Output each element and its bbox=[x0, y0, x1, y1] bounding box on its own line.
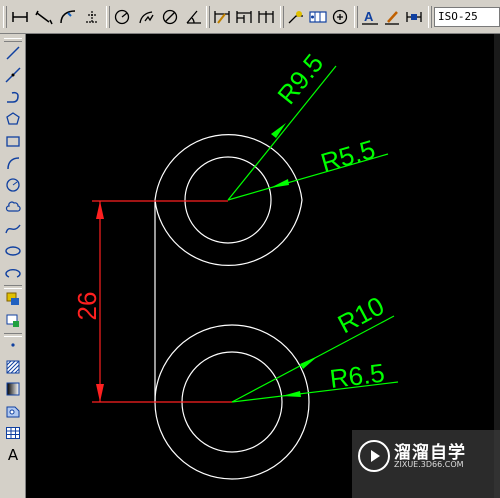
drawing-geometry bbox=[154, 134, 310, 480]
point-icon[interactable] bbox=[3, 335, 23, 355]
watermark: 溜溜自学 ZIXUE.3D66.COM bbox=[352, 430, 500, 498]
table-icon[interactable] bbox=[3, 423, 23, 443]
arc-length-icon[interactable] bbox=[58, 7, 78, 27]
dimension-26-label: 26 bbox=[72, 292, 102, 321]
watermark-logo-icon bbox=[358, 440, 390, 472]
polygon-icon[interactable] bbox=[3, 109, 23, 129]
insert-block-icon[interactable] bbox=[3, 289, 23, 309]
radius-r10-label: R10 bbox=[333, 290, 389, 339]
line-icon[interactable] bbox=[3, 43, 23, 63]
draw-toolbar: A bbox=[0, 34, 26, 498]
spline-icon[interactable] bbox=[3, 219, 23, 239]
multiline-text-label: A bbox=[7, 446, 19, 464]
hatch-icon[interactable] bbox=[3, 357, 23, 377]
jogged-dimension-icon[interactable] bbox=[136, 7, 156, 27]
aligned-dimension-icon[interactable] bbox=[34, 7, 54, 27]
vertical-scrollbar[interactable] bbox=[494, 34, 500, 498]
dim-style-select[interactable]: ISO-25 bbox=[434, 7, 500, 27]
ellipse-arc-icon[interactable] bbox=[3, 263, 23, 283]
quick-leader-icon[interactable] bbox=[286, 7, 306, 27]
angular-dimension-icon[interactable] bbox=[184, 7, 204, 27]
vertical-dimension bbox=[92, 200, 232, 403]
revision-cloud-icon[interactable] bbox=[3, 197, 23, 217]
toolbar-separator bbox=[428, 6, 432, 28]
dimension-edit-icon[interactable]: A bbox=[360, 7, 380, 27]
radius-r6-5-label: R6.5 bbox=[328, 357, 386, 393]
diameter-dimension-icon[interactable] bbox=[160, 7, 180, 27]
construction-line-icon[interactable] bbox=[3, 65, 23, 85]
radius-dimension-icon[interactable] bbox=[112, 7, 132, 27]
radius-r9-5-label: R9.5 bbox=[271, 48, 329, 110]
toolbar-grip[interactable] bbox=[4, 38, 22, 42]
baseline-dimension-icon[interactable] bbox=[234, 7, 254, 27]
radius-r5-5-label: R5.5 bbox=[317, 134, 378, 178]
gradient-icon[interactable] bbox=[3, 379, 23, 399]
toolbar-separator bbox=[206, 6, 210, 28]
svg-text:A: A bbox=[364, 9, 374, 24]
region-icon[interactable] bbox=[3, 401, 23, 421]
toolbar-grip[interactable] bbox=[3, 6, 7, 28]
toolbar-separator bbox=[280, 6, 284, 28]
ordinate-dimension-icon[interactable] bbox=[82, 7, 102, 27]
drawing-canvas[interactable]: 26 R9.5 R5.5 R10 R6.5 bbox=[26, 34, 494, 498]
toolbar-separator bbox=[354, 6, 358, 28]
rectangle-icon[interactable] bbox=[3, 131, 23, 151]
tolerance-icon[interactable] bbox=[308, 7, 328, 27]
ellipse-icon[interactable] bbox=[3, 241, 23, 261]
toolbar-separator bbox=[106, 6, 110, 28]
circle-icon[interactable] bbox=[3, 175, 23, 195]
dimension-toolbar: A ISO-25 bbox=[0, 0, 500, 34]
center-mark-icon[interactable] bbox=[330, 7, 350, 27]
polyline-icon[interactable] bbox=[3, 87, 23, 107]
arc-icon[interactable] bbox=[3, 153, 23, 173]
multiline-text-icon[interactable]: A bbox=[3, 445, 23, 465]
quick-dimension-icon[interactable] bbox=[212, 7, 232, 27]
make-block-icon[interactable] bbox=[3, 311, 23, 331]
watermark-url: ZIXUE.3D66.COM bbox=[394, 460, 464, 469]
dimension-text-edit-icon[interactable] bbox=[382, 7, 402, 27]
linear-dimension-icon[interactable] bbox=[10, 7, 30, 27]
continue-dimension-icon[interactable] bbox=[256, 7, 276, 27]
dimension-update-icon[interactable] bbox=[404, 7, 424, 27]
